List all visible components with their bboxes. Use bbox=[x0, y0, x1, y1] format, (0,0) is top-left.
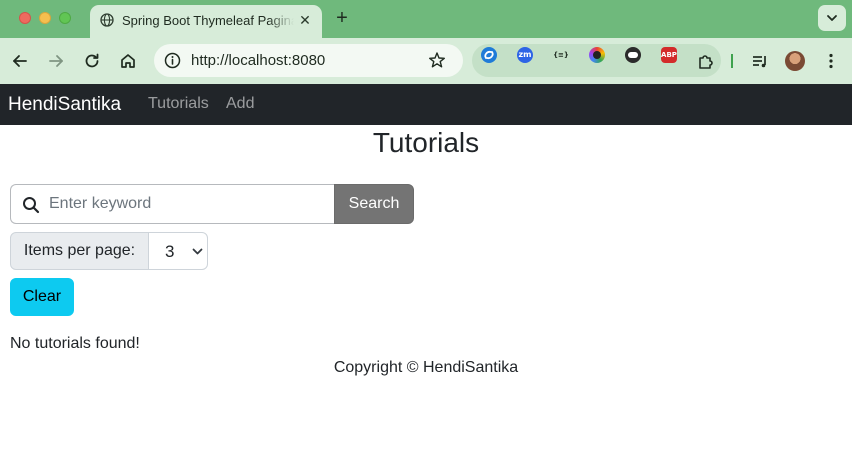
tab-title: Spring Boot Thymeleaf Pagination bbox=[122, 13, 294, 28]
back-icon[interactable] bbox=[10, 51, 30, 71]
page-title: Tutorials bbox=[372, 127, 480, 158]
reload-icon[interactable] bbox=[82, 51, 102, 71]
toolbar-divider bbox=[731, 54, 733, 68]
nav-link-tutorials[interactable]: Tutorials bbox=[148, 95, 209, 113]
search-form: Search bbox=[10, 184, 414, 224]
search-button[interactable]: Search bbox=[334, 184, 414, 224]
browser-toolbar: http://localhost:8080 zm {≡} ABP bbox=[0, 38, 852, 84]
forward-icon[interactable] bbox=[46, 51, 66, 71]
page-size-label: Items per page: bbox=[10, 232, 149, 270]
media-control-icon[interactable] bbox=[750, 51, 770, 71]
site-info-icon[interactable] bbox=[164, 52, 181, 69]
more-menu-icon[interactable] bbox=[821, 51, 841, 71]
search-field[interactable] bbox=[10, 184, 336, 224]
footer-copyright: Copyright © HendiSantika bbox=[333, 359, 519, 376]
globe-icon bbox=[100, 13, 114, 27]
window-close-button[interactable] bbox=[19, 12, 31, 24]
window-minimize-button[interactable] bbox=[39, 12, 51, 24]
tab-search-button[interactable] bbox=[818, 5, 846, 31]
url-text: http://localhost:8080 bbox=[191, 52, 326, 69]
smartsync-icon[interactable] bbox=[481, 47, 497, 63]
page-size-control: Items per page: 3 bbox=[10, 232, 208, 270]
zoom-icon[interactable]: zm bbox=[517, 47, 533, 63]
search-input[interactable] bbox=[49, 194, 329, 214]
chevron-down-icon bbox=[827, 15, 837, 21]
profile-avatar[interactable] bbox=[785, 51, 805, 71]
page-size-select[interactable]: 3 bbox=[148, 232, 208, 270]
chevron-down-icon bbox=[192, 248, 203, 255]
bookmark-star-icon[interactable] bbox=[428, 51, 446, 69]
browser-tab-bar: Spring Boot Thymeleaf Pagination ✕ + bbox=[0, 0, 852, 38]
tab-close-icon[interactable]: ✕ bbox=[296, 11, 314, 29]
nav-link-add[interactable]: Add bbox=[226, 95, 254, 113]
browser-tab-active[interactable]: Spring Boot Thymeleaf Pagination ✕ bbox=[90, 5, 322, 38]
extensions-puzzle-icon[interactable] bbox=[696, 51, 716, 71]
address-bar[interactable]: http://localhost:8080 bbox=[154, 44, 463, 77]
site-navbar: HendiSantika Tutorials Add bbox=[0, 84, 852, 125]
adblock-plus-icon[interactable]: ABP bbox=[661, 47, 677, 63]
navbar-brand[interactable]: HendiSantika bbox=[8, 94, 121, 116]
clear-button[interactable]: Clear bbox=[10, 278, 74, 316]
empty-state-message: No tutorials found! bbox=[10, 335, 140, 352]
new-tab-icon[interactable]: + bbox=[332, 8, 352, 28]
page-size-value: 3 bbox=[165, 242, 175, 261]
color-picker-icon[interactable] bbox=[589, 47, 605, 63]
bot-icon[interactable] bbox=[625, 47, 641, 63]
search-icon bbox=[23, 197, 40, 214]
json-formatter-icon[interactable]: {≡} bbox=[553, 47, 569, 63]
window-maximize-button[interactable] bbox=[59, 12, 71, 24]
home-icon[interactable] bbox=[118, 51, 138, 71]
